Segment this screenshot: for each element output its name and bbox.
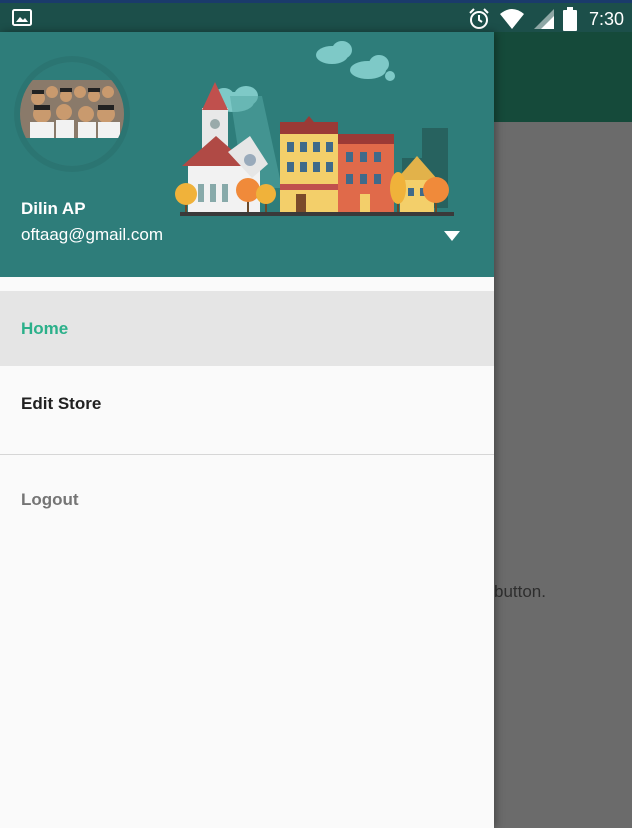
wifi-icon	[499, 9, 524, 29]
avatar[interactable]	[20, 62, 124, 166]
status-time: 7:30	[588, 8, 624, 29]
user-name: Dilin AP	[21, 199, 86, 218]
drawer-header: Dilin AP oftaag@gmail.com	[0, 32, 494, 277]
drawer-menu: Home Edit Store Logout	[0, 291, 494, 545]
group-photo-image	[20, 62, 124, 166]
menu-item-label: Logout	[21, 490, 79, 509]
dropdown-arrow-icon[interactable]	[443, 230, 461, 242]
menu-item-edit-store[interactable]: Edit Store	[0, 366, 494, 441]
image-icon	[12, 9, 32, 26]
signal-icon	[533, 9, 554, 29]
navigation-drawer: Dilin AP oftaag@gmail.com Home Edit Stor…	[0, 32, 494, 828]
alarm-icon	[469, 8, 489, 29]
status-bar: 7:30	[0, 0, 632, 32]
user-email: oftaag@gmail.com	[21, 225, 163, 244]
menu-item-home[interactable]: Home	[0, 291, 494, 366]
menu-item-label: Edit Store	[21, 393, 102, 413]
town-illustration	[175, 41, 454, 216]
background-text: button.	[494, 582, 546, 601]
menu-item-label: Home	[21, 318, 69, 338]
menu-item-logout[interactable]: Logout	[0, 455, 494, 545]
battery-icon	[562, 7, 577, 31]
